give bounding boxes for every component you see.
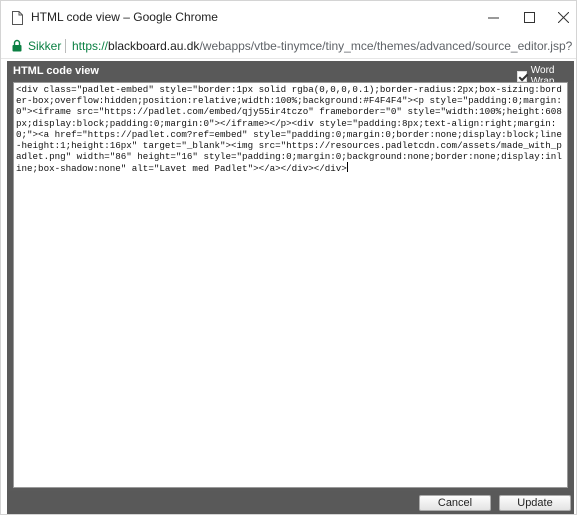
secure-label: Sikker: [28, 39, 62, 53]
address-bar[interactable]: Sikker https://blackboard.au.dk/webapps/…: [1, 34, 576, 59]
url-path: /webapps/vtbe-tinymce/tiny_mce/themes/ad…: [199, 39, 572, 53]
url-host: blackboard.au.dk: [108, 39, 200, 53]
update-button[interactable]: Update: [499, 495, 571, 511]
text-caret: [346, 162, 348, 173]
url-protocol: https://: [72, 39, 109, 53]
page-icon: [12, 11, 23, 25]
window-title: HTML code view – Google Chrome: [31, 10, 218, 24]
dialog-footer: Cancel Update: [7, 491, 574, 514]
url-text[interactable]: https://blackboard.au.dk/webapps/vtbe-ti…: [72, 39, 572, 53]
window-titlebar: HTML code view – Google Chrome: [1, 1, 576, 34]
address-divider: [65, 39, 66, 53]
code-content: <div class="padlet-embed" style="border:…: [16, 84, 562, 175]
close-icon[interactable]: [545, 1, 577, 34]
dialog-header: HTML code view Word Wrap: [7, 61, 574, 87]
lock-icon: [12, 39, 22, 52]
word-wrap-checkbox[interactable]: [517, 70, 527, 82]
browser-popup-window: HTML code view – Google Chrome Sikker ht…: [0, 0, 577, 515]
code-editor[interactable]: <div class="padlet-embed" style="border:…: [13, 82, 568, 488]
minimize-icon[interactable]: [475, 1, 511, 34]
cancel-button[interactable]: Cancel: [419, 495, 491, 511]
html-code-view-dialog: HTML code view Word Wrap <div class="pad…: [7, 61, 574, 514]
code-textarea[interactable]: <div class="padlet-embed" style="border:…: [16, 84, 565, 175]
dialog-title: HTML code view: [13, 65, 99, 77]
maximize-icon[interactable]: [511, 1, 547, 34]
